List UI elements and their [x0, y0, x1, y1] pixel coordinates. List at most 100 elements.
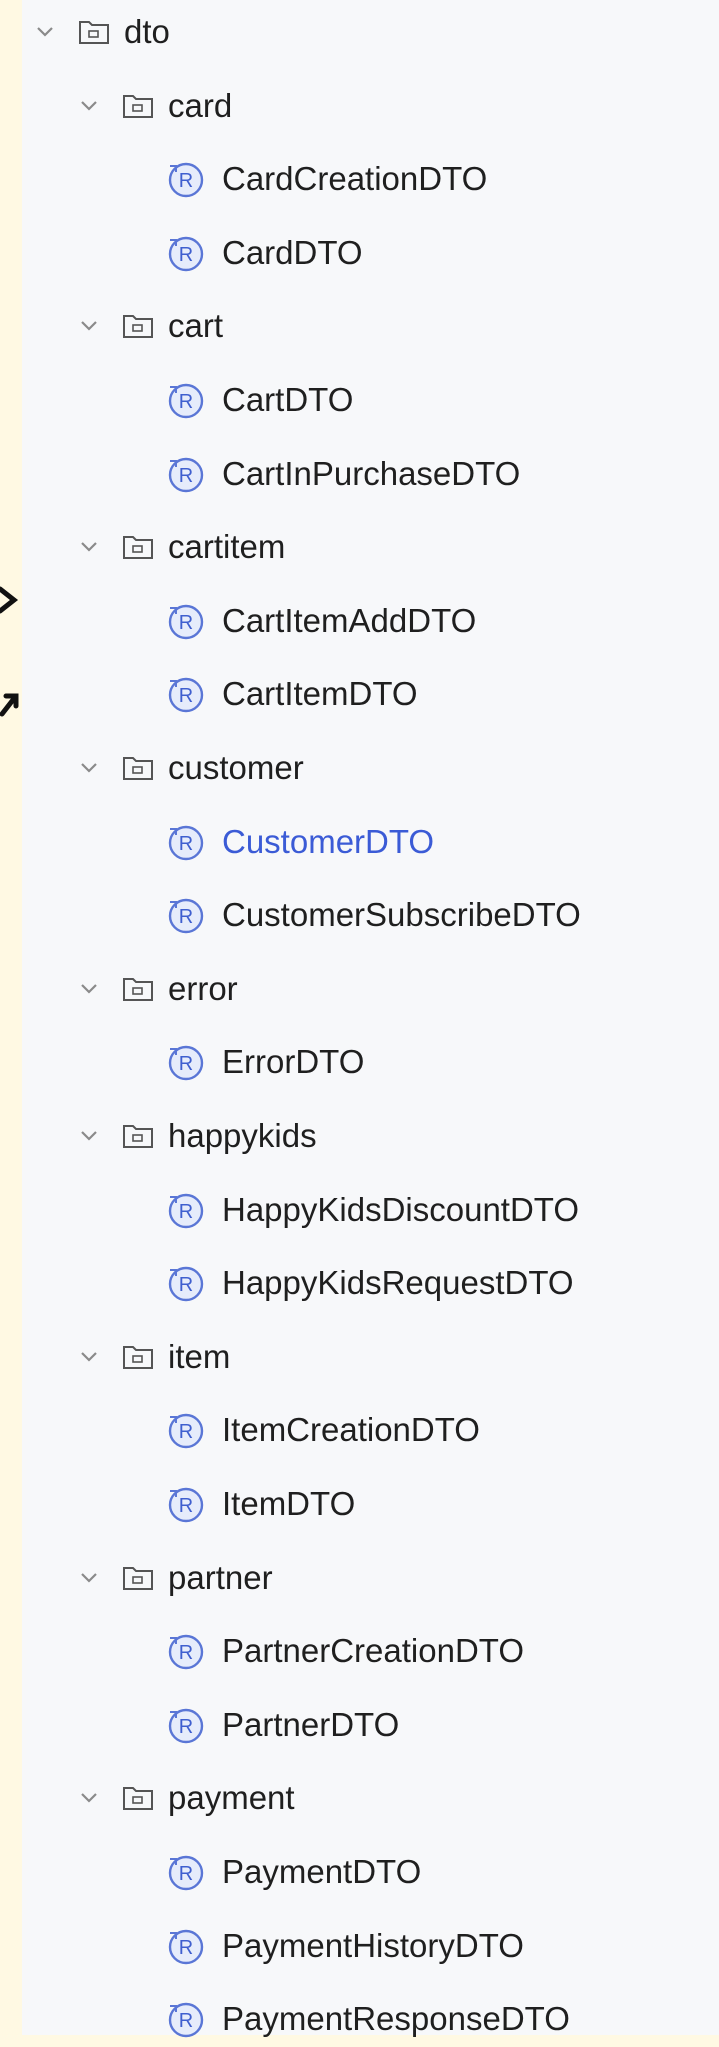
- record-icon: R: [168, 2002, 204, 2038]
- tree-node-label: CartDTO: [222, 381, 354, 418]
- svg-text:R: R: [179, 833, 193, 855]
- tree-node-record[interactable]: R CartItemDTO: [22, 666, 719, 722]
- tree-node-label: ItemDTO: [222, 1485, 356, 1522]
- chevron-down-icon[interactable]: [34, 21, 56, 43]
- svg-text:R: R: [179, 1053, 193, 1075]
- chevron-down-icon[interactable]: [78, 1346, 100, 1368]
- tree-node-record[interactable]: R ErrorDTO: [22, 1034, 719, 1090]
- tree-node-record[interactable]: R PaymentResponseDTO: [22, 1991, 719, 2047]
- package-folder-icon: [123, 1566, 153, 1590]
- tree-node-label: CardCreationDTO: [222, 160, 488, 198]
- svg-text:R: R: [179, 2010, 193, 2032]
- chevron-down-icon[interactable]: [78, 1787, 100, 1809]
- tree-node-label: dto: [124, 13, 170, 50]
- record-icon: R: [168, 1046, 204, 1081]
- svg-text:R: R: [179, 1421, 193, 1443]
- record-icon: R: [168, 1266, 204, 1302]
- package-folder-icon: [123, 94, 153, 118]
- tree-node-label: CartItemAddDTO: [222, 601, 477, 639]
- record-icon: R: [168, 825, 204, 860]
- chevron-down-icon[interactable]: [78, 315, 100, 337]
- chevron-down-icon[interactable]: [78, 1125, 100, 1147]
- package-folder-icon: [123, 757, 153, 780]
- package-folder-icon: [123, 1345, 153, 1369]
- tree-node-label: cartitem: [168, 528, 286, 566]
- tree-node-package-partner[interactable]: partner: [22, 1550, 719, 1606]
- tree-node-package-error[interactable]: error: [22, 961, 719, 1017]
- svg-text:R: R: [179, 1716, 193, 1738]
- tree-node-label: PaymentHistoryDTO: [222, 1926, 524, 1964]
- svg-text:R: R: [179, 465, 193, 487]
- record-icon: R: [168, 1929, 204, 1964]
- svg-text:R: R: [179, 1201, 193, 1223]
- tree-node-record[interactable]: R PaymentHistoryDTO: [22, 1918, 719, 1974]
- tree-node-label: HappyKidsDiscountDTO: [222, 1190, 580, 1228]
- record-icon: R: [168, 1855, 204, 1891]
- tree-node-record[interactable]: R HappyKidsRequestDTO: [22, 1255, 719, 1311]
- chevron-down-icon[interactable]: [78, 1567, 100, 1589]
- tree-node-record[interactable]: R ItemCreationDTO: [22, 1402, 719, 1458]
- tree-node-label: partner: [168, 1558, 273, 1596]
- tree-node-record[interactable]: R PartnerDTO: [22, 1697, 719, 1753]
- tree-node-package-happykids[interactable]: happykids: [22, 1108, 719, 1164]
- tree-node-label: CartItemDTO: [222, 675, 418, 713]
- tree-node-dto[interactable]: dto: [22, 4, 719, 60]
- record-icon: R: [168, 1634, 204, 1670]
- tree-node-record[interactable]: R HappyKidsDiscountDTO: [22, 1182, 719, 1238]
- tree-node-label: ItemCreationDTO: [222, 1411, 480, 1449]
- tree-node-label: ErrorDTO: [222, 1043, 365, 1081]
- tree-node-package-item[interactable]: item: [22, 1329, 719, 1385]
- package-folder-icon: [123, 536, 153, 560]
- record-icon: R: [168, 162, 204, 198]
- tree-node-label: PaymentDTO: [222, 1853, 422, 1890]
- package-folder-icon: [79, 21, 109, 44]
- tree-node-label: CustomerDTO: [222, 822, 435, 860]
- tree-node-label: CustomerSubscribeDTO: [222, 896, 581, 934]
- tree-node-record[interactable]: R CartItemAddDTO: [22, 593, 719, 649]
- tree-node-label: cart: [168, 307, 224, 345]
- svg-text:R: R: [179, 1642, 193, 1664]
- tree-node-label: HappyKidsRequestDTO: [222, 1264, 574, 1302]
- tree-node-record[interactable]: R CustomerDTO: [22, 814, 719, 870]
- svg-text:R: R: [179, 906, 193, 928]
- tree-node-label: happykids: [168, 1117, 317, 1154]
- record-icon: R: [168, 383, 204, 419]
- tree-node-record[interactable]: R PaymentDTO: [22, 1844, 719, 1900]
- tree-node-label: payment: [168, 1779, 295, 1817]
- annotation-arrow-upper: [0, 586, 19, 614]
- tree-node-label: card: [168, 86, 233, 124]
- svg-text:R: R: [179, 391, 193, 413]
- svg-text:R: R: [179, 170, 193, 192]
- tree-node-package-card[interactable]: card: [22, 78, 719, 134]
- tree-node-record[interactable]: R CardDTO: [22, 225, 719, 281]
- chevron-down-icon[interactable]: [78, 536, 100, 558]
- record-icon: R: [168, 1708, 204, 1743]
- svg-text:R: R: [179, 1937, 193, 1959]
- tree-node-record[interactable]: R ItemDTO: [22, 1476, 719, 1532]
- tree-node-label: CartInPurchaseDTO: [222, 454, 521, 492]
- chevron-down-icon[interactable]: [78, 95, 100, 117]
- annotation-arrow-lower: [0, 693, 19, 717]
- tree-node-record[interactable]: R PartnerCreationDTO: [22, 1623, 719, 1679]
- chevron-down-icon[interactable]: [78, 757, 100, 779]
- tree-node-label: CardDTO: [222, 233, 363, 271]
- package-folder-icon: [123, 1787, 153, 1811]
- tree-node-package-payment[interactable]: payment: [22, 1770, 719, 1826]
- tree-node-package-customer[interactable]: customer: [22, 740, 719, 796]
- tree-node-record[interactable]: R CartDTO: [22, 372, 719, 428]
- chevron-down-icon[interactable]: [78, 978, 100, 1000]
- tree-node-record[interactable]: R CartInPurchaseDTO: [22, 446, 719, 502]
- tree-node-label: error: [168, 969, 238, 1007]
- package-folder-icon: [123, 977, 153, 1001]
- tree-node-package-cartitem[interactable]: cartitem: [22, 519, 719, 575]
- tree-node-package-cart[interactable]: cart: [22, 298, 719, 354]
- tree-node-label: PartnerDTO: [222, 1705, 400, 1743]
- package-folder-icon: [123, 315, 153, 339]
- record-icon: R: [168, 457, 204, 492]
- tree-node-label: PaymentResponseDTO: [222, 2000, 570, 2038]
- tree-node-record[interactable]: R CustomerSubscribeDTO: [22, 887, 719, 943]
- record-icon: R: [168, 1414, 204, 1449]
- svg-text:R: R: [179, 1274, 193, 1296]
- tree-node-record[interactable]: R CardCreationDTO: [22, 151, 719, 207]
- project-tree-panel: dto card R CardCreationDTO R CardDTO cart R Cart…: [22, 0, 719, 2038]
